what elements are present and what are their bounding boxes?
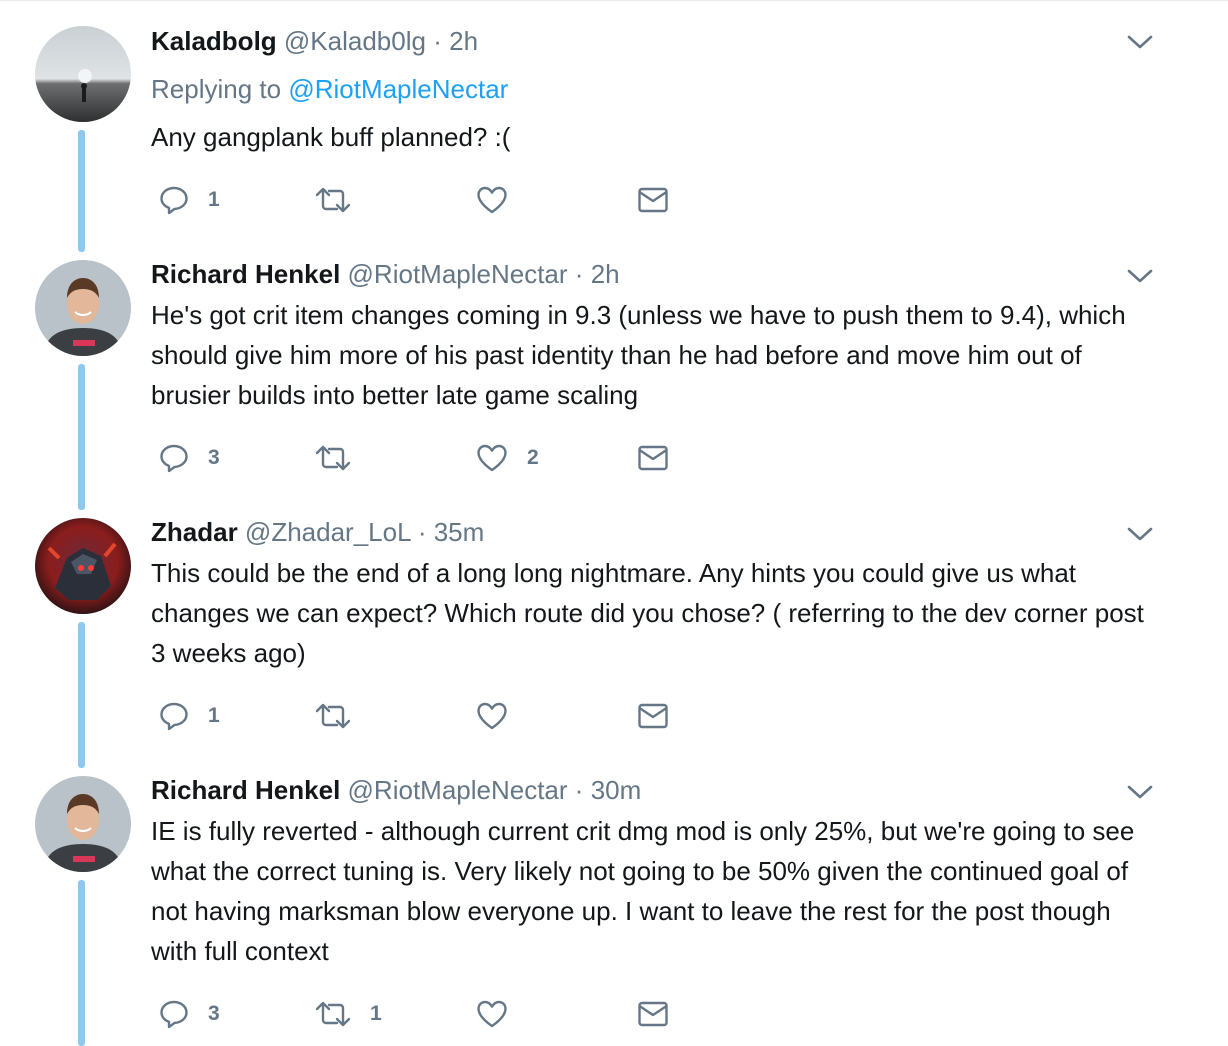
reply-count: 1 — [208, 188, 220, 211]
tweet-text: IE is fully reverted - although current … — [151, 816, 1135, 966]
tweet-actions: 3 1 — [158, 996, 718, 1032]
separator-dot: · — [574, 259, 584, 289]
separator-dot: · — [433, 26, 442, 56]
reply-button[interactable]: 3 — [158, 440, 220, 476]
timestamp[interactable]: 2h — [591, 259, 620, 289]
chevron-down-icon[interactable] — [1126, 32, 1154, 52]
separator-dot: · — [574, 775, 584, 805]
retweet-icon — [315, 187, 351, 213]
heart-icon — [477, 702, 507, 730]
top-divider — [0, 0, 1228, 1]
tweet-text: He's got crit item changes coming in 9.3… — [151, 300, 1126, 410]
tweet-actions: 3 2 — [158, 440, 718, 476]
separator-dot: · — [417, 517, 427, 547]
retweet-count: 1 — [370, 1002, 382, 1025]
thread-line — [78, 364, 85, 510]
retweet-icon — [315, 1001, 351, 1027]
heart-icon — [477, 444, 507, 472]
direct-message-button[interactable] — [637, 698, 669, 734]
heart-icon — [477, 1000, 507, 1028]
reply-icon — [160, 186, 188, 215]
replying-to-label: Replying to — [151, 74, 282, 104]
author-name[interactable]: Kaladbolg — [151, 26, 277, 56]
retweet-button[interactable]: 1 — [314, 996, 382, 1032]
reply-button[interactable]: 3 — [158, 996, 220, 1032]
author-name[interactable]: Zhadar — [151, 517, 238, 547]
thread-line — [78, 130, 85, 252]
chevron-down-icon[interactable] — [1126, 266, 1154, 286]
tweet-actions: 1 — [158, 698, 718, 734]
author-name[interactable]: Richard Henkel — [151, 775, 340, 805]
retweet-button[interactable] — [314, 182, 370, 218]
chevron-down-icon[interactable] — [1126, 524, 1154, 544]
replying-to: Replying to @RiotMapleNectar — [151, 73, 508, 105]
reply-count: 3 — [208, 446, 220, 469]
direct-message-button[interactable] — [637, 996, 669, 1032]
like-button[interactable] — [475, 182, 527, 218]
direct-message-button[interactable] — [637, 182, 669, 218]
retweet-button[interactable] — [314, 440, 370, 476]
timestamp[interactable]: 35m — [434, 517, 485, 547]
reply-icon — [160, 1000, 188, 1029]
envelope-icon — [638, 445, 668, 471]
timestamp[interactable]: 2h — [449, 26, 478, 56]
avatar[interactable] — [35, 776, 131, 872]
direct-message-button[interactable] — [637, 440, 669, 476]
tweet-text: Any gangplank buff planned? :( — [151, 122, 511, 152]
like-count: 2 — [527, 446, 539, 469]
thread-line — [78, 880, 85, 1046]
retweet-icon — [315, 703, 351, 729]
author-handle[interactable]: @RiotMapleNectar — [348, 775, 568, 805]
reply-icon — [160, 444, 188, 473]
like-button[interactable] — [475, 698, 527, 734]
avatar[interactable] — [35, 26, 131, 122]
author-name[interactable]: Richard Henkel — [151, 259, 340, 289]
tweet-text: This could be the end of a long long nig… — [151, 558, 1144, 668]
reply-count: 3 — [208, 1002, 220, 1025]
timestamp[interactable]: 30m — [591, 775, 642, 805]
reply-icon — [160, 702, 188, 731]
like-button[interactable] — [475, 996, 527, 1032]
author-handle[interactable]: @Zhadar_LoL — [245, 517, 411, 547]
retweet-button[interactable] — [314, 698, 370, 734]
tweet-header: Zhadar @Zhadar_LoL · 35m — [151, 516, 484, 548]
avatar[interactable] — [35, 260, 131, 356]
tweet-actions: 1 — [158, 182, 718, 218]
chevron-down-icon[interactable] — [1126, 782, 1154, 802]
author-handle[interactable]: @RiotMapleNectar — [348, 259, 568, 289]
thread-line — [78, 622, 85, 768]
reply-button[interactable]: 1 — [158, 698, 220, 734]
tweet-header: Richard Henkel @RiotMapleNectar · 30m — [151, 774, 641, 806]
avatar[interactable] — [35, 518, 131, 614]
author-handle[interactable]: @Kaladb0lg — [284, 26, 426, 56]
heart-icon — [477, 186, 507, 214]
tweet-header: Richard Henkel @RiotMapleNectar · 2h — [151, 258, 620, 290]
reply-button[interactable]: 1 — [158, 182, 220, 218]
reply-count: 1 — [208, 704, 220, 727]
tweet-header: Kaladbolg @Kaladb0lg · 2h — [151, 25, 478, 57]
envelope-icon — [638, 1001, 668, 1027]
retweet-icon — [315, 445, 351, 471]
reply-mention-link[interactable]: @RiotMapleNectar — [288, 74, 508, 104]
envelope-icon — [638, 703, 668, 729]
envelope-icon — [638, 187, 668, 213]
like-button[interactable]: 2 — [475, 440, 539, 476]
